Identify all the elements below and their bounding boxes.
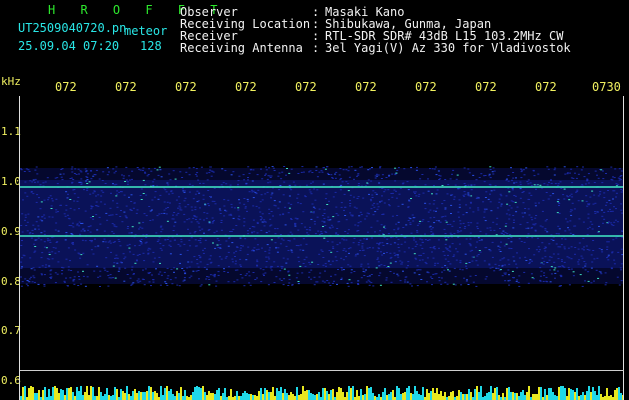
- y-tick-label: 0.6: [1, 374, 21, 387]
- info-value-antenna: 3el Yagi(V) Az 330 for Vladivostok: [325, 41, 571, 55]
- y-unit-label: kHz: [1, 75, 21, 88]
- time-tick-label: 072: [55, 80, 77, 94]
- time-tick-label: 072: [475, 80, 497, 94]
- plot-left-border: [19, 96, 20, 400]
- plot-right-border: [623, 96, 624, 400]
- y-tick-label: 0.7: [1, 324, 21, 337]
- info-sep-antenna: :: [312, 41, 320, 55]
- time-tick-label: 0730: [592, 80, 621, 94]
- carrier-line-lower: [20, 235, 624, 237]
- carrier-line-upper: [20, 186, 624, 188]
- time-tick-label: 072: [535, 80, 557, 94]
- time-tick-label: 072: [235, 80, 257, 94]
- y-tick-label: 0.8: [1, 275, 21, 288]
- file-name: UT2509040720.pn: [18, 21, 127, 35]
- timestamp: 25.09.04 07:20: [18, 39, 120, 53]
- info-label-antenna: Receiving Antenna: [180, 41, 303, 55]
- file-suffix: meteor: [124, 24, 168, 38]
- baseline-divider: [20, 370, 624, 371]
- time-tick-label: 072: [415, 80, 437, 94]
- time-tick-label: 072: [295, 80, 317, 94]
- y-tick-label: 0.9: [1, 225, 21, 238]
- echo-count: 128: [140, 39, 162, 53]
- signal-strength-strip: [20, 386, 624, 400]
- y-tick-label: 1.0: [1, 175, 21, 188]
- time-tick-label: 072: [115, 80, 137, 94]
- spectrogram-plot: [20, 96, 624, 400]
- time-tick-label: 072: [355, 80, 377, 94]
- y-tick-label: 1.1: [1, 125, 21, 138]
- time-tick-label: 072: [175, 80, 197, 94]
- spectrogram-canvas: [20, 166, 624, 400]
